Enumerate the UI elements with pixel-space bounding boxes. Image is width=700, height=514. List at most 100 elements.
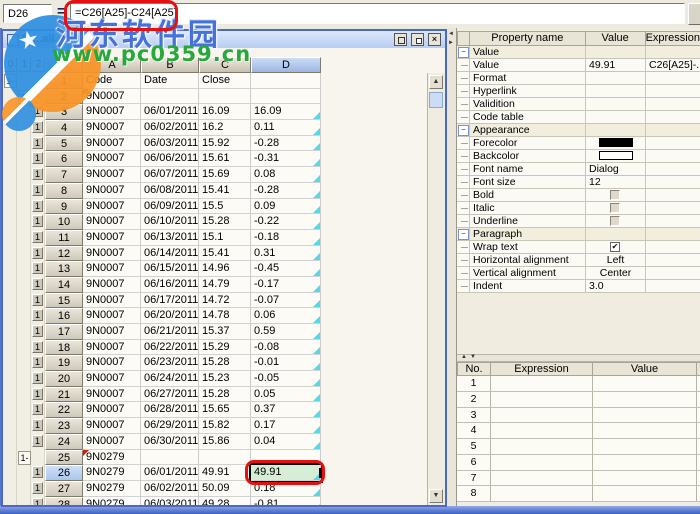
property-name[interactable]: Appearance [470, 124, 586, 136]
grid-cell[interactable]: 0.04 [251, 434, 321, 450]
property-value[interactable]: 49.91 [586, 59, 646, 71]
property-name[interactable]: Code table [470, 111, 586, 123]
property-value[interactable] [586, 228, 646, 240]
grid-cell[interactable]: 14.72 [199, 293, 251, 309]
row-header[interactable]: 7 [45, 167, 83, 183]
property-expression[interactable] [646, 241, 700, 253]
row-header[interactable]: 13 [45, 261, 83, 277]
grid-cell[interactable]: 9N0007 [83, 355, 141, 371]
outline-collapse-button[interactable]: 1- [18, 451, 31, 465]
spreadsheet-titlebar[interactable]: E:...all.gex × [3, 31, 445, 49]
row-header[interactable]: 9 [45, 199, 83, 215]
row-header[interactable]: 5 [45, 136, 83, 152]
grid-cell[interactable]: 9N0007 [83, 167, 141, 183]
row-header[interactable]: 23 [45, 418, 83, 434]
grid-cell[interactable]: 9N0007 [83, 277, 141, 293]
grid-cell[interactable]: 06/01/2011 [141, 465, 199, 481]
property-value[interactable] [586, 150, 646, 162]
row-header[interactable]: 16 [45, 308, 83, 324]
row-header[interactable]: 18 [45, 340, 83, 356]
property-name[interactable]: Wrap text [470, 241, 586, 253]
grid-cell[interactable]: -0.31 [251, 151, 321, 167]
grid-cell[interactable]: 9N0279 [83, 450, 141, 466]
outline-row-button[interactable]: 1 [32, 435, 43, 447]
property-name[interactable]: Vertical alignment [470, 267, 586, 279]
property-expression[interactable] [646, 163, 700, 175]
row-header[interactable]: 10 [45, 214, 83, 230]
row-header[interactable]: 11 [45, 230, 83, 246]
grid-cell[interactable]: 06/08/2011 [141, 183, 199, 199]
outline-row-button[interactable]: 1 [32, 231, 43, 243]
outline-row-button[interactable]: 1 [32, 278, 43, 290]
outline-collapse-button[interactable]: 1- [4, 74, 17, 88]
grid-cell[interactable]: 15.5 [199, 199, 251, 215]
grid-cell[interactable]: 14.79 [199, 277, 251, 293]
grid-cell[interactable]: 9N0007 [83, 324, 141, 340]
row-header[interactable]: 27 [45, 481, 83, 497]
grid-cell[interactable]: Code [83, 73, 141, 89]
grid-cell[interactable]: 9N0007 [83, 402, 141, 418]
grid-cell[interactable]: 15.82 [199, 418, 251, 434]
grid-cell[interactable]: 06/21/2011 [141, 324, 199, 340]
grid-cell[interactable]: 9N0007 [83, 308, 141, 324]
grid-cell[interactable]: 9N0007 [83, 136, 141, 152]
column-header-b[interactable]: B [141, 57, 199, 73]
row-header[interactable]: 17 [45, 324, 83, 340]
property-value[interactable]: Center [586, 267, 646, 279]
property-expression[interactable] [646, 228, 700, 240]
watch-expression-cell[interactable] [491, 408, 593, 423]
watch-expression-cell[interactable] [491, 486, 593, 501]
property-expression[interactable] [646, 85, 700, 97]
expander-minus-icon[interactable]: − [458, 125, 469, 136]
grid-cell[interactable] [199, 450, 251, 466]
property-value[interactable]: Dialog [586, 163, 646, 175]
grid-cell[interactable]: 49.28 [199, 497, 251, 505]
property-expression[interactable] [646, 176, 700, 188]
grid-cell[interactable]: -0.07 [251, 293, 321, 309]
grid-cell[interactable]: 15.23 [199, 371, 251, 387]
row-header[interactable]: 19 [45, 355, 83, 371]
property-name[interactable]: Forecolor [470, 137, 586, 149]
property-expression[interactable] [646, 189, 700, 201]
splitter-down-icon[interactable]: ▼ [470, 354, 476, 360]
grid-cell[interactable]: 15.69 [199, 167, 251, 183]
grid-cell[interactable]: 9N0007 [83, 387, 141, 403]
grid-cell[interactable]: -0.28 [251, 183, 321, 199]
grid-cell[interactable]: 14.96 [199, 261, 251, 277]
grid-cell[interactable]: 9N0007 [83, 151, 141, 167]
watch-no-cell[interactable]: 5 [457, 439, 491, 454]
grid-cell[interactable]: 06/06/2011 [141, 151, 199, 167]
grid-cell[interactable]: 15.28 [199, 387, 251, 403]
property-value[interactable] [586, 189, 646, 201]
watch-value-cell[interactable] [593, 486, 697, 501]
outline-row-button[interactable]: 1 [32, 498, 43, 505]
grid-cell[interactable]: -0.05 [251, 371, 321, 387]
property-expression-header[interactable]: Expression [646, 31, 700, 46]
watch-expression-header[interactable]: Expression [491, 362, 593, 376]
row-header[interactable]: 21 [45, 387, 83, 403]
outline-row-button[interactable]: 1 [32, 341, 43, 353]
property-expression[interactable] [646, 254, 700, 266]
row-header[interactable]: 1 [45, 73, 83, 89]
property-name[interactable]: Hyperlink [470, 85, 586, 97]
grid-cell[interactable]: 15.92 [199, 136, 251, 152]
property-expression[interactable]: C26[A25]-... [646, 59, 700, 71]
grid-cell[interactable]: 9N0279 [83, 465, 141, 481]
grid-cell[interactable]: -0.45 [251, 261, 321, 277]
outline-row-button[interactable]: 1 [32, 294, 43, 306]
property-value[interactable] [586, 202, 646, 214]
scroll-down-icon[interactable]: ▼ [429, 489, 443, 503]
grid-cell[interactable]: 15.61 [199, 151, 251, 167]
property-expression[interactable] [646, 202, 700, 214]
property-expression[interactable] [646, 72, 700, 84]
row-header[interactable]: 26 [45, 465, 83, 481]
property-name[interactable]: Indent [470, 280, 586, 292]
grid-cell[interactable]: 9N0007 [83, 183, 141, 199]
watch-no-cell[interactable]: 4 [457, 423, 491, 438]
watch-expression-cell[interactable] [491, 439, 593, 454]
property-value-header[interactable]: Value [586, 31, 646, 46]
selection-fill-handle[interactable] [319, 468, 324, 478]
property-value[interactable] [586, 72, 646, 84]
watch-expression-cell[interactable] [491, 423, 593, 438]
grid-cell[interactable]: 06/29/2011 [141, 418, 199, 434]
